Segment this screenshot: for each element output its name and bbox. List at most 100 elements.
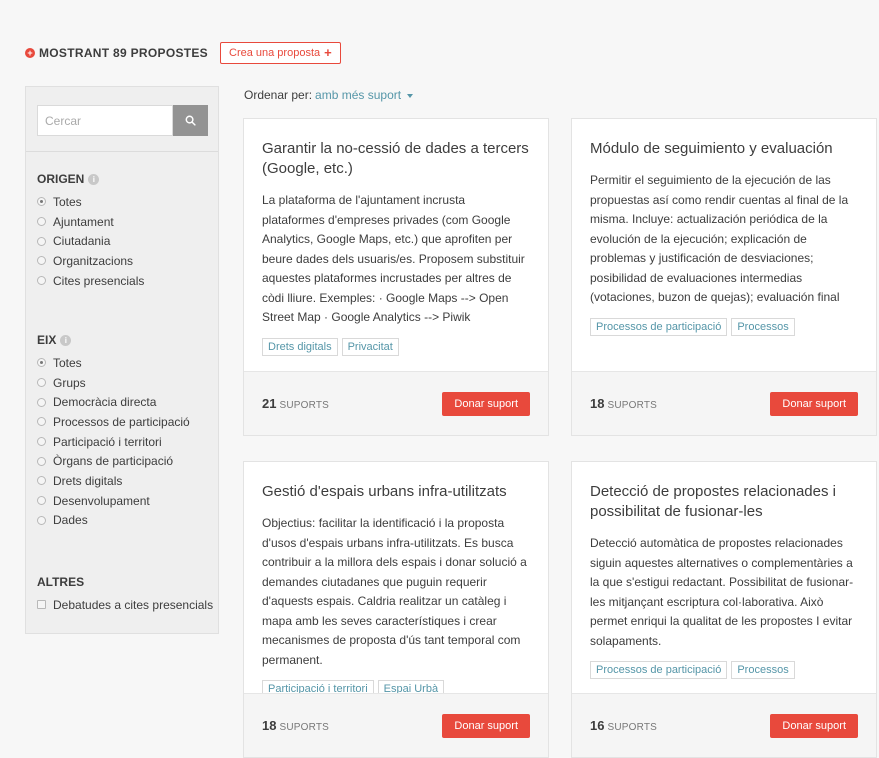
option-label: Òrgans de participació — [53, 454, 174, 469]
eix-option-organs[interactable]: Òrgans de participació — [37, 451, 190, 471]
proposal-footer: 18 SUPORTS Donar suport — [244, 693, 548, 757]
supports-number: 18 — [590, 396, 605, 411]
proposal-title[interactable]: Detecció de propostes relacionades i pos… — [590, 482, 858, 522]
radio-icon[interactable] — [37, 217, 46, 227]
filter-origen-title: ORIGEN i — [37, 172, 144, 186]
proposal-footer: 18 SUPORTS Donar suport — [572, 371, 876, 435]
tag[interactable]: Processos — [731, 317, 795, 336]
sort-control: Ordenar per: amb més suport — [244, 88, 414, 102]
option-label: Organitzacions — [53, 253, 134, 268]
support-button[interactable]: Donar suport — [770, 391, 858, 416]
eix-option-dades[interactable]: Dades — [37, 511, 190, 531]
info-icon[interactable]: i — [88, 173, 100, 185]
filter-eix-title: EIX i — [37, 333, 190, 347]
filter-origen-label: ORIGEN — [37, 172, 85, 186]
eix-option-processos[interactable]: Processos de participació — [37, 412, 190, 432]
radio-selected-icon[interactable] — [37, 358, 46, 368]
proposal-card: Detecció de propostes relacionades i pos… — [571, 461, 877, 758]
sort-label: Ordenar per: — [244, 88, 313, 102]
filter-origen: ORIGEN i Totes Ajuntament Ciutadania Org… — [37, 172, 144, 290]
radio-icon[interactable] — [37, 515, 46, 525]
proposal-tags: Processos de participació Processos — [590, 661, 858, 679]
proposal-footer: 21 SUPORTS Donar suport — [244, 371, 548, 435]
supports-count: 18 SUPORTS — [262, 718, 329, 733]
radio-icon[interactable] — [37, 417, 46, 427]
checkbox-icon[interactable] — [37, 600, 46, 610]
supports-label: SUPORTS — [607, 722, 658, 733]
proposal-description: La plataforma de l'ajuntament incrusta p… — [262, 193, 525, 324]
eix-option-totes[interactable]: Totes — [37, 353, 190, 373]
eix-option-desenvolupament[interactable]: Desenvolupament — [37, 491, 190, 511]
supports-number: 16 — [590, 718, 605, 733]
origen-option-organitzacions[interactable]: Organitzacions — [37, 251, 144, 271]
support-button[interactable]: Donar suport — [442, 713, 530, 738]
option-label: Desenvolupament — [53, 493, 150, 508]
tag[interactable]: Processos de participació — [590, 661, 728, 679]
supports-number: 21 — [262, 396, 277, 411]
chevron-down-icon[interactable] — [407, 93, 414, 98]
option-label: Processos de participació — [53, 414, 190, 429]
radio-icon[interactable] — [37, 276, 46, 286]
origen-option-cites[interactable]: Cites presencials — [37, 271, 144, 291]
search-button[interactable] — [173, 105, 208, 136]
search-input[interactable] — [37, 105, 173, 136]
create-proposal-button[interactable]: Crea una proposta + — [220, 42, 341, 64]
supports-count: 16 SUPORTS — [590, 718, 657, 733]
results-count: MOSTRANT 89 PROPOSTES — [39, 46, 208, 60]
option-label: Cites presencials — [53, 273, 145, 288]
option-label: Participació i territori — [53, 434, 162, 449]
proposal-footer: 16 SUPORTS Donar suport — [572, 693, 876, 757]
altres-option-debatudes[interactable]: Debatudes a cites presencials — [37, 595, 213, 615]
origen-option-ajuntament[interactable]: Ajuntament — [37, 212, 144, 232]
radio-icon[interactable] — [37, 456, 46, 466]
support-button[interactable]: Donar suport — [770, 713, 858, 738]
eix-option-grups[interactable]: Grups — [37, 373, 190, 393]
radio-selected-icon[interactable] — [37, 197, 46, 207]
radio-icon[interactable] — [37, 236, 46, 246]
radio-icon[interactable] — [37, 476, 46, 486]
radio-icon[interactable] — [37, 496, 46, 506]
option-label: Totes — [53, 355, 82, 370]
option-label: Grups — [53, 375, 86, 390]
radio-icon[interactable] — [37, 437, 46, 447]
proposal-title[interactable]: Gestió d'espais urbans infra-utilitzats — [262, 482, 530, 502]
option-label: Ciutadania — [53, 234, 111, 249]
proposal-description: Objectius: facilitar la identificació i … — [262, 516, 527, 667]
supports-label: SUPORTS — [279, 722, 330, 733]
option-label: Ajuntament — [53, 214, 114, 229]
proposal-card: Módulo de seguimiento y evaluación Permi… — [571, 118, 877, 436]
proposal-tags: Processos de participació Processos — [590, 317, 858, 336]
radio-icon[interactable] — [37, 397, 46, 407]
plus-circle-icon: + — [25, 48, 35, 58]
option-label: Debatudes a cites presencials — [53, 597, 214, 612]
supports-count: 18 SUPORTS — [590, 396, 657, 411]
info-icon[interactable]: i — [60, 334, 72, 346]
tag[interactable]: Processos — [731, 661, 795, 679]
option-label: Dades — [53, 513, 88, 528]
proposal-title[interactable]: Garantir la no-cessió de dades a tercers… — [262, 139, 530, 179]
radio-icon[interactable] — [37, 256, 46, 266]
tag[interactable]: Privacitat — [341, 337, 399, 356]
proposal-tags: Drets digitals Privacitat — [262, 337, 530, 356]
tag[interactable]: Processos de participació — [590, 317, 728, 336]
origen-option-totes[interactable]: Totes — [37, 192, 144, 212]
divider — [26, 151, 218, 152]
option-label: Drets digitals — [53, 473, 123, 488]
proposal-description: Permitir el seguimiento de la ejecución … — [590, 173, 849, 304]
supports-count: 21 SUPORTS — [262, 396, 329, 411]
eix-option-drets[interactable]: Drets digitals — [37, 471, 190, 491]
support-button[interactable]: Donar suport — [442, 391, 530, 416]
proposal-card: Garantir la no-cessió de dades a tercers… — [243, 118, 549, 436]
option-label: Democràcia directa — [53, 395, 157, 410]
proposal-title[interactable]: Módulo de seguimiento y evaluación — [590, 139, 858, 159]
supports-label: SUPORTS — [279, 400, 330, 411]
radio-icon[interactable] — [37, 378, 46, 388]
eix-option-territori[interactable]: Participació i territori — [37, 432, 190, 452]
tag[interactable]: Drets digitals — [262, 337, 338, 356]
filter-altres: ALTRES Debatudes a cites presencials — [37, 575, 213, 615]
eix-option-democracia[interactable]: Democràcia directa — [37, 392, 190, 412]
sort-dropdown[interactable]: amb més suport — [315, 88, 401, 102]
filter-eix: EIX i Totes Grups Democràcia directa Pro… — [37, 333, 190, 530]
search-icon — [185, 115, 196, 126]
origen-option-ciutadania[interactable]: Ciutadania — [37, 231, 144, 251]
